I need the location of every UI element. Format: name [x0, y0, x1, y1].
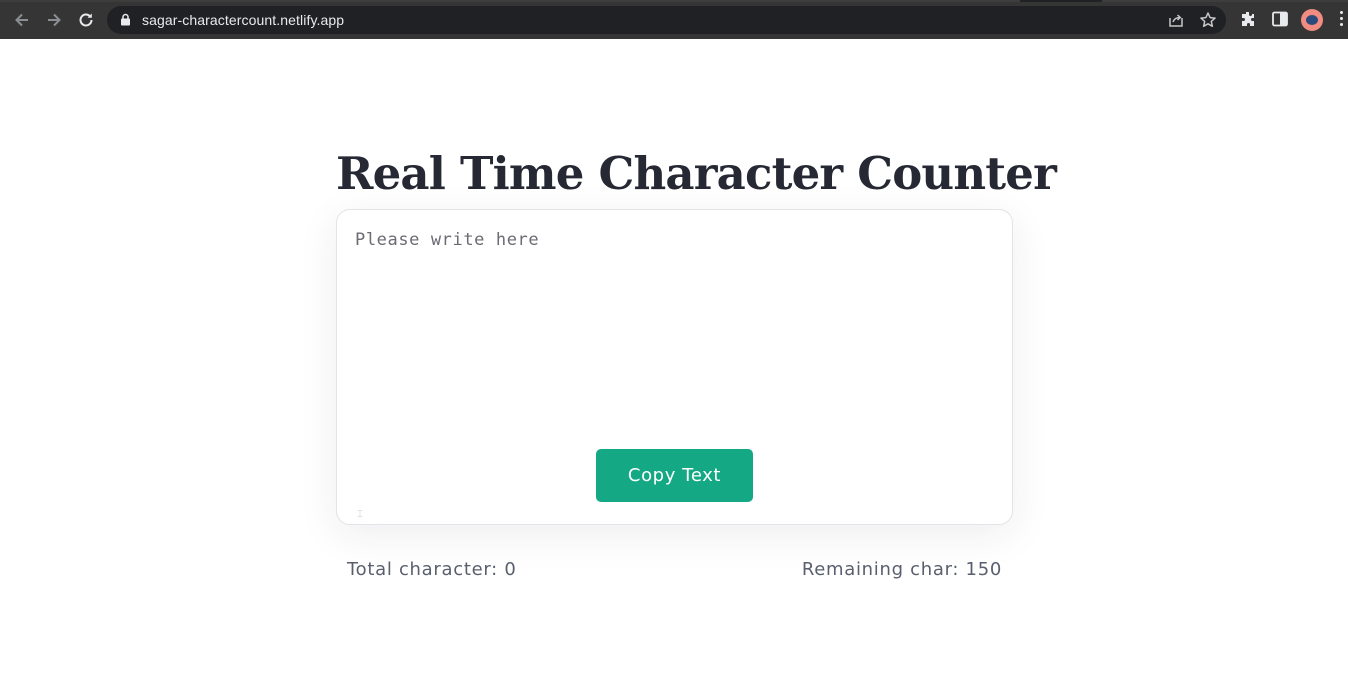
extensions-icon[interactable] [1239, 10, 1257, 28]
back-icon [15, 13, 28, 27]
address-bar[interactable]: sagar-charactercount.netlify.app [107, 6, 1226, 34]
copy-text-button[interactable]: Copy Text [596, 449, 753, 502]
remaining-character-count: Remaining char: 150 [801, 559, 1002, 580]
star-icon[interactable] [1199, 11, 1217, 29]
reload-icon [79, 13, 93, 27]
forward-button[interactable] [42, 8, 66, 32]
sidepanel-icon[interactable] [1271, 10, 1289, 28]
profile-avatar[interactable] [1301, 9, 1323, 31]
back-button[interactable] [10, 8, 34, 32]
reload-button[interactable] [74, 8, 98, 32]
total-character-count: Total character: 0 [347, 559, 517, 580]
text-input[interactable] [355, 230, 995, 430]
page-title: Real Time Character Counter [336, 147, 1057, 200]
url-text[interactable]: sagar-charactercount.netlify.app [142, 12, 344, 28]
lock-icon[interactable] [120, 13, 131, 26]
resize-handle-icon[interactable]: ⌶ [357, 510, 365, 520]
tab-strip-edge [0, 0, 1348, 2]
browser-toolbar: sagar-charactercount.netlify.app [0, 0, 1348, 39]
text-card: Copy Text ⌶ [336, 209, 1013, 525]
share-icon[interactable] [1167, 11, 1185, 29]
forward-icon [48, 13, 61, 27]
menu-icon[interactable] [1340, 11, 1343, 29]
